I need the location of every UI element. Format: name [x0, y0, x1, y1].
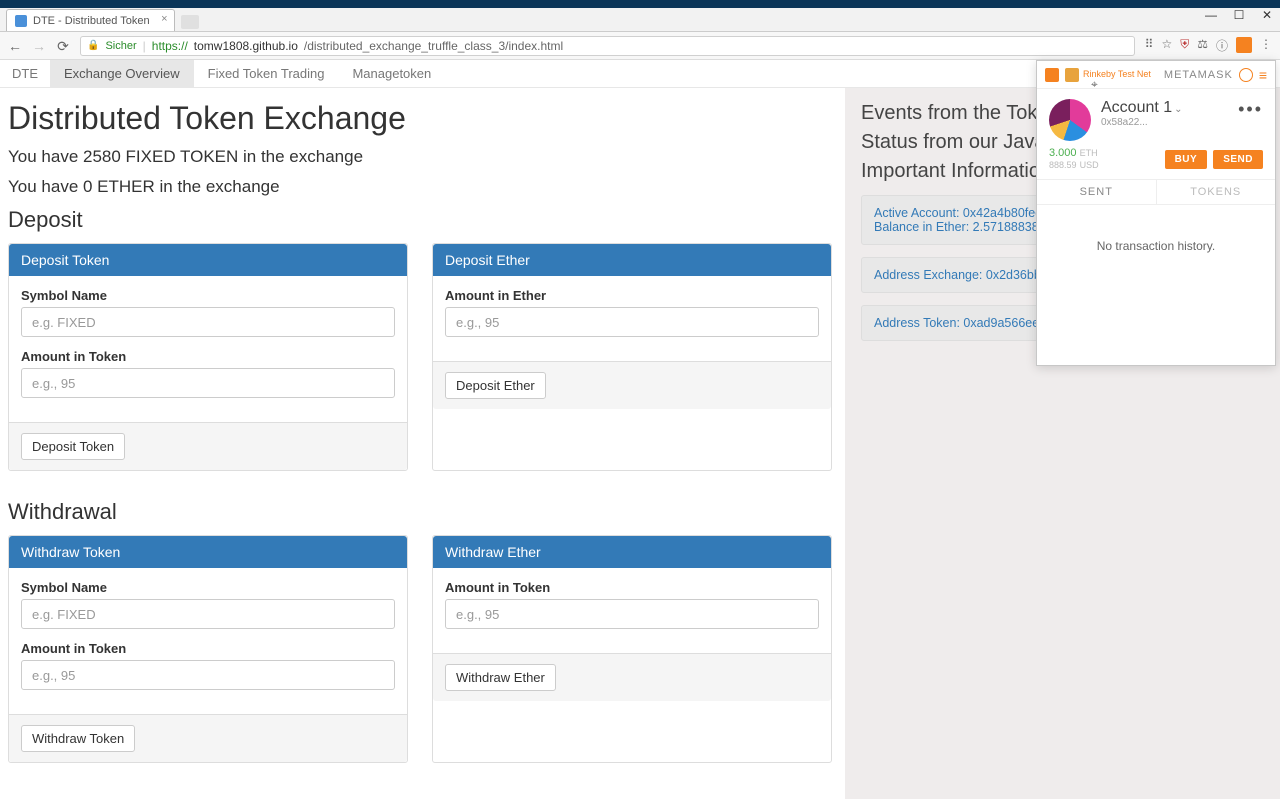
brand-label: DTE: [0, 66, 50, 81]
hamburger-menu-icon[interactable]: ≡: [1259, 67, 1267, 83]
deposit-ether-panel: Deposit Ether Amount in Ether Deposit Et…: [432, 243, 832, 471]
withdraw-ether-amount-input[interactable]: [445, 599, 819, 629]
nav-managetoken[interactable]: Managetoken: [338, 60, 445, 88]
bookmark-icon[interactable]: ☆: [1161, 37, 1172, 54]
deposit-token-header: Deposit Token: [9, 244, 407, 276]
maximize-icon[interactable]: ☐: [1232, 8, 1246, 22]
deposit-ether-amount-input[interactable]: [445, 307, 819, 337]
url-path: /distributed_exchange_truffle_class_3/in…: [304, 39, 563, 53]
browser-menu-icon[interactable]: ⋮: [1260, 37, 1272, 54]
deposit-token-button[interactable]: Deposit Token: [21, 433, 125, 460]
page-title: Distributed Token Exchange: [8, 100, 837, 137]
tab-sent[interactable]: SENT: [1037, 180, 1156, 204]
withdraw-ether-panel: Withdraw Ether Amount in Token Withdraw …: [432, 535, 832, 763]
window-titlebar: [0, 0, 1280, 8]
account-menu-icon[interactable]: •••: [1238, 99, 1263, 120]
deposit-token-amount-label: Amount in Token: [21, 349, 395, 364]
deposit-ether-amount-label: Amount in Ether: [445, 288, 819, 303]
metamask-account-row: Account 1⌄ 0x58a22... •••: [1037, 89, 1275, 147]
minimize-icon[interactable]: —: [1204, 8, 1218, 22]
account-avatar-icon: [1049, 99, 1091, 141]
url-proto: https://: [152, 39, 188, 53]
deposit-token-amount-input[interactable]: [21, 368, 395, 398]
nav-exchange-overview[interactable]: Exchange Overview: [50, 60, 194, 88]
usd-unit: USD: [1080, 160, 1099, 170]
browser-tabstrip: DTE - Distributed Token × — ☐ ✕: [0, 8, 1280, 32]
url-host: tomw1808.github.io: [194, 39, 298, 53]
deposit-ether-header: Deposit Ether: [433, 244, 831, 276]
tab-title: DTE - Distributed Token: [33, 15, 150, 27]
close-window-icon[interactable]: ✕: [1260, 8, 1274, 22]
metamask-brand-label: METAMASK: [1164, 69, 1233, 81]
deposit-token-symbol-label: Symbol Name: [21, 288, 395, 303]
lock-icon: 🔒: [87, 40, 99, 51]
withdraw-token-button[interactable]: Withdraw Token: [21, 725, 135, 752]
withdraw-token-symbol-label: Symbol Name: [21, 580, 395, 595]
metamask-topbar: Rinkeby Test Net METAMASK ≡: [1037, 61, 1275, 89]
withdraw-token-amount-input[interactable]: [21, 660, 395, 690]
window-controls: — ☐ ✕: [1204, 8, 1274, 22]
deposit-token-panel: Deposit Token Symbol Name Amount in Toke…: [8, 243, 408, 471]
sidebar: Events from the Token Status from our Ja…: [845, 88, 1280, 799]
forward-icon[interactable]: →: [32, 39, 46, 53]
send-button[interactable]: SEND: [1213, 150, 1263, 169]
token-balance-text: You have 2580 FIXED TOKEN in the exchang…: [8, 147, 837, 167]
metamask-extension-icon[interactable]: [1236, 37, 1252, 53]
scale-icon[interactable]: ⚖: [1197, 37, 1208, 54]
browser-action-icons: ⠿ ☆ ⛨ ⚖ ⓘ ⋮: [1145, 37, 1272, 54]
withdraw-ether-amount-label: Amount in Token: [445, 580, 819, 595]
nav-fixed-token-trading[interactable]: Fixed Token Trading: [194, 60, 339, 88]
deposit-ether-button[interactable]: Deposit Ether: [445, 372, 546, 399]
metamask-popup: Rinkeby Test Net METAMASK ≡ ⌖ Account 1⌄…: [1036, 60, 1276, 366]
refresh-icon[interactable]: [1239, 68, 1253, 82]
withdraw-ether-header: Withdraw Ether: [433, 536, 831, 568]
translate-icon[interactable]: ⠿: [1145, 37, 1154, 54]
shield-icon[interactable]: ⛨: [1180, 37, 1189, 54]
account-address: 0x58a22...: [1101, 117, 1183, 128]
withdrawal-heading: Withdrawal: [8, 499, 837, 525]
eth-amount: 3.000: [1049, 147, 1077, 159]
metamask-fox-icon: [1045, 68, 1059, 82]
withdraw-token-symbol-input[interactable]: [21, 599, 395, 629]
new-tab-button[interactable]: [181, 15, 199, 29]
usd-amount: 888.59: [1049, 160, 1077, 170]
eth-unit: ETH: [1080, 148, 1098, 158]
chevron-down-icon: ⌄: [1174, 104, 1182, 115]
withdraw-token-header: Withdraw Token: [9, 536, 407, 568]
browser-address-bar: ← → ⟳ 🔒 Sicher | https://tomw1808.github…: [0, 32, 1280, 60]
no-history-text: No transaction history.: [1097, 239, 1216, 253]
buy-button[interactable]: BUY: [1165, 150, 1208, 169]
tab-tokens[interactable]: TOKENS: [1156, 180, 1276, 204]
deposit-token-symbol-input[interactable]: [21, 307, 395, 337]
close-tab-icon[interactable]: ×: [161, 13, 167, 25]
withdraw-ether-button[interactable]: Withdraw Ether: [445, 664, 556, 691]
secure-label: Sicher: [105, 40, 136, 52]
metamask-history-body: No transaction history.: [1037, 205, 1275, 365]
back-icon[interactable]: ←: [8, 39, 22, 53]
metamask-tabs: SENT TOKENS: [1037, 179, 1275, 205]
withdraw-token-amount-label: Amount in Token: [21, 641, 395, 656]
network-indicator-icon: [1065, 68, 1079, 82]
favicon-icon: [15, 15, 27, 27]
main-content: Distributed Token Exchange You have 2580…: [0, 88, 845, 799]
browser-tab[interactable]: DTE - Distributed Token ×: [6, 9, 175, 31]
ether-balance-text: You have 0 ETHER in the exchange: [8, 177, 837, 197]
reload-icon[interactable]: ⟳: [56, 39, 70, 53]
url-input[interactable]: 🔒 Sicher | https://tomw1808.github.io/di…: [80, 36, 1135, 56]
metamask-balance-row: 3.000 ETH 888.59 USD BUY SEND: [1037, 147, 1275, 179]
deposit-heading: Deposit: [8, 207, 837, 233]
withdraw-token-panel: Withdraw Token Symbol Name Amount in Tok…: [8, 535, 408, 763]
cursor-icon: ⌖: [1091, 77, 1098, 92]
info-icon[interactable]: ⓘ: [1216, 37, 1228, 54]
account-name[interactable]: Account 1⌄: [1101, 99, 1183, 117]
